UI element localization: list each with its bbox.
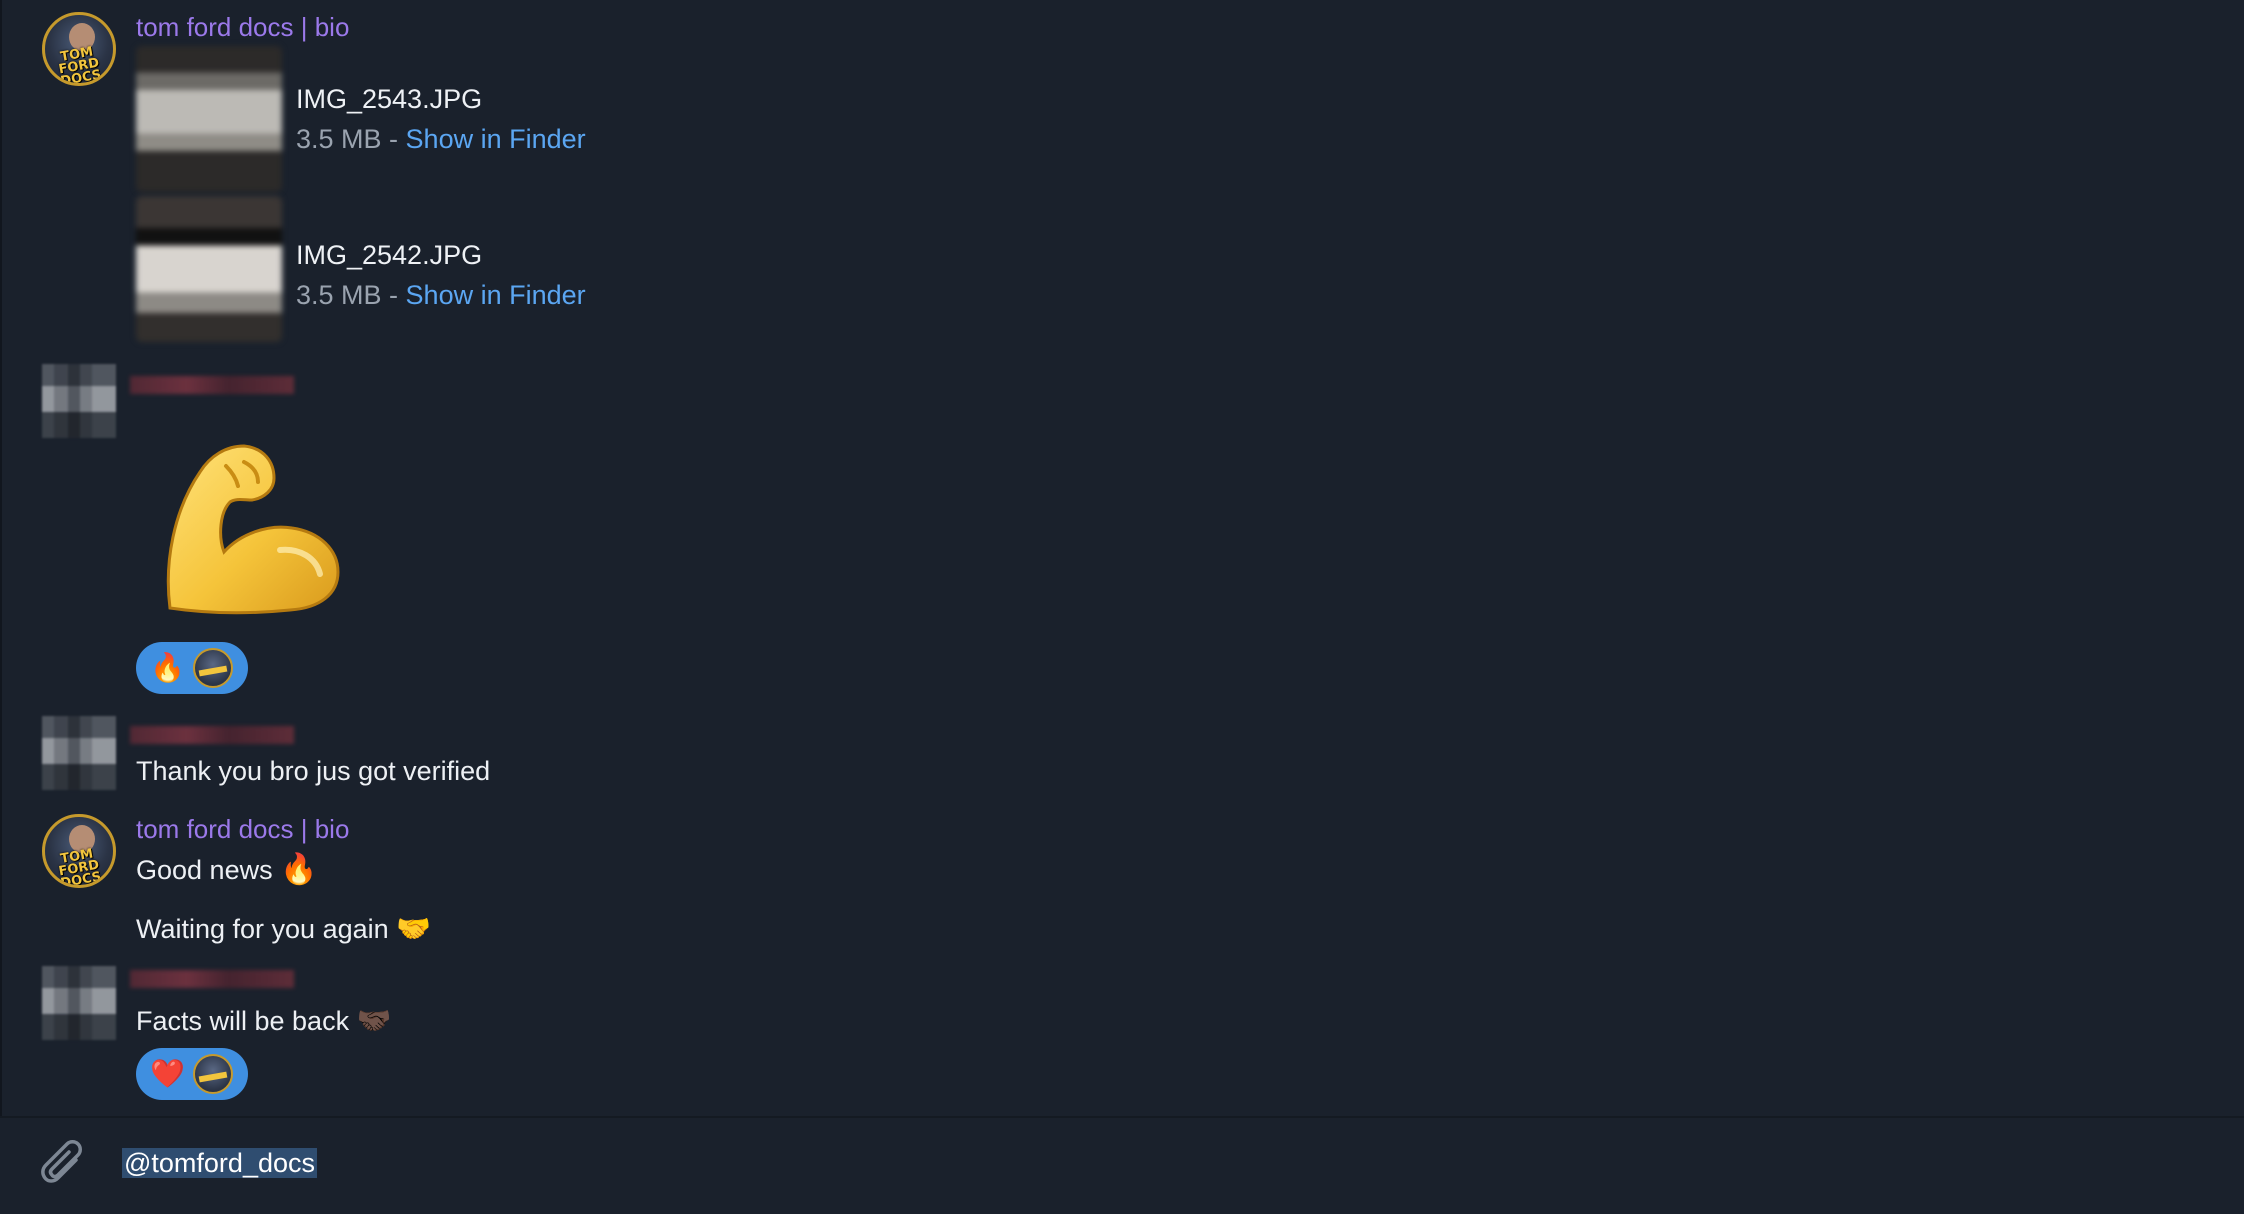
file-separator: - bbox=[381, 280, 406, 310]
file-size: 3.5 MB bbox=[296, 124, 382, 154]
message-body: Waiting for you again bbox=[136, 914, 389, 944]
sender-name-redacted bbox=[130, 376, 294, 394]
flexed-biceps-icon bbox=[166, 444, 340, 615]
message-composer: @tomford_docs bbox=[0, 1118, 2244, 1214]
sender-avatar[interactable]: TOM FORD DOCS bbox=[42, 12, 116, 86]
file-meta: 3.5 MB - Show in Finder bbox=[296, 280, 586, 311]
sender-avatar[interactable] bbox=[42, 364, 116, 438]
reaction-pill[interactable]: 🔥 bbox=[136, 642, 248, 694]
message-text: Waiting for you again 🤝 bbox=[136, 912, 431, 945]
sender-avatar[interactable] bbox=[42, 716, 116, 790]
paperclip-icon[interactable] bbox=[40, 1138, 90, 1194]
file-name: IMG_2542.JPG bbox=[296, 240, 483, 270]
sender-avatar[interactable] bbox=[42, 966, 116, 1040]
file-separator: - bbox=[381, 124, 406, 154]
file-thumbnail[interactable] bbox=[136, 46, 282, 192]
message-text: Facts will be back 🤝🏿 bbox=[136, 1004, 391, 1037]
show-in-finder-link[interactable]: Show in Finder bbox=[406, 124, 586, 154]
sender-name[interactable]: tom ford docs | bio bbox=[136, 12, 349, 43]
message-text: Good news 🔥 bbox=[136, 852, 317, 887]
fire-reaction-icon: 🔥 bbox=[150, 651, 185, 684]
show-in-finder-link[interactable]: Show in Finder bbox=[406, 280, 586, 310]
file-size: 3.5 MB bbox=[296, 280, 382, 310]
sender-name[interactable]: tom ford docs | bio bbox=[136, 814, 349, 845]
avatar-logo-text: TOM FORD DOCS bbox=[57, 846, 103, 888]
fire-icon: 🔥 bbox=[280, 852, 318, 887]
message-body: Facts will be back bbox=[136, 1006, 350, 1036]
sender-name-redacted bbox=[130, 970, 294, 988]
message-input-value: @tomford_docs bbox=[122, 1148, 317, 1178]
sender-name-redacted bbox=[130, 726, 294, 744]
reactor-avatar bbox=[192, 648, 233, 688]
message-text: Thank you bro jus got verified bbox=[136, 756, 491, 786]
message-body: Good news bbox=[136, 855, 273, 885]
file-name: IMG_2543.JPG bbox=[296, 84, 483, 114]
avatar-logo-text: TOM FORD DOCS bbox=[57, 44, 103, 86]
reaction-pill[interactable]: ❤️ bbox=[136, 1048, 248, 1100]
reactor-avatar bbox=[192, 1054, 233, 1094]
message-input[interactable]: @tomford_docs bbox=[122, 1148, 317, 1179]
file-meta: 3.5 MB - Show in Finder bbox=[296, 124, 586, 155]
sticker[interactable] bbox=[160, 432, 350, 622]
sender-avatar[interactable]: TOM FORD DOCS bbox=[42, 814, 116, 888]
heart-reaction-icon: ❤️ bbox=[150, 1057, 185, 1090]
handshake-icon: 🤝 bbox=[396, 912, 432, 945]
handshake-icon: 🤝🏿 bbox=[356, 1004, 392, 1037]
chat-window: TOM FORD DOCS tom ford docs | bio IMG_25… bbox=[0, 0, 2244, 1214]
file-thumbnail[interactable] bbox=[136, 196, 282, 342]
